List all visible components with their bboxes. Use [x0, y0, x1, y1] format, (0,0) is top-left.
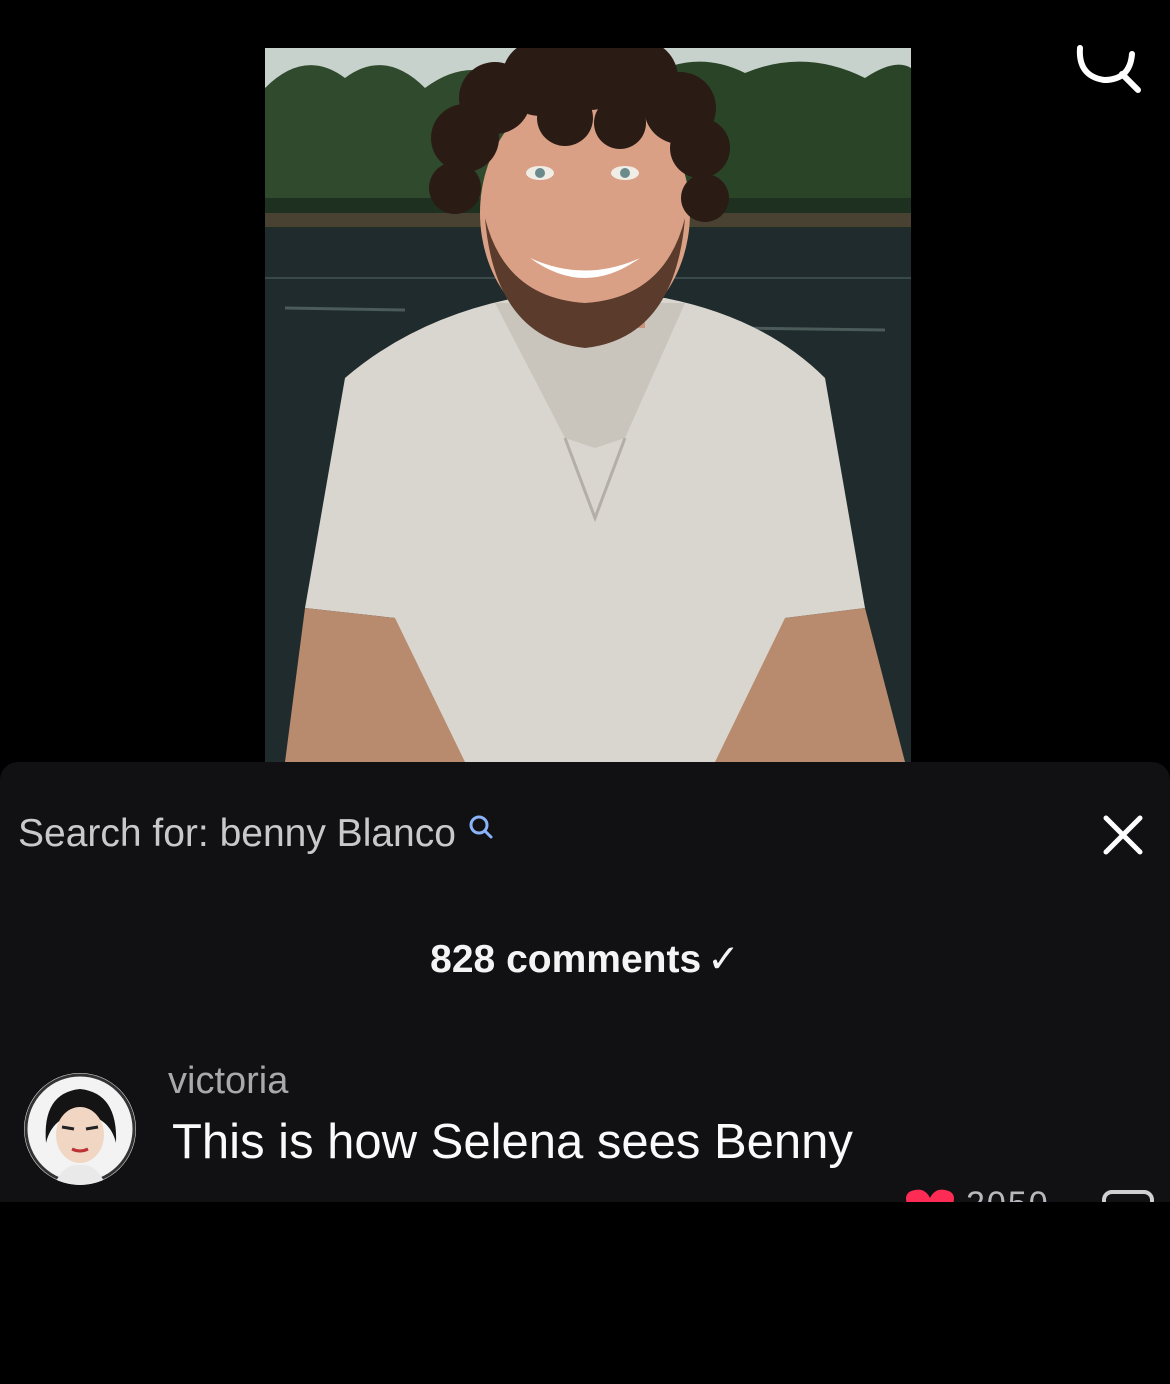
- search-suggestion-label: Search for: benny Blanco: [18, 812, 456, 855]
- video-frame: [265, 48, 911, 762]
- comment-text: This is how Selena sees Benny: [172, 1115, 853, 1169]
- avatar[interactable]: [24, 1073, 136, 1185]
- reply-icon[interactable]: [1100, 1186, 1156, 1202]
- avatar-image: [24, 1073, 136, 1185]
- search-icon: [469, 815, 493, 839]
- search-suggestion[interactable]: Search for: benny Blanco: [18, 812, 496, 856]
- close-icon[interactable]: [1098, 810, 1148, 860]
- comments-count-header: 828 comments ✓: [0, 937, 1170, 982]
- bottom-area: [0, 1202, 1170, 1384]
- photo-illustration: [265, 48, 911, 762]
- video-area[interactable]: [0, 0, 1170, 762]
- like-count: 2050: [966, 1184, 1050, 1202]
- check-icon: ✓: [707, 938, 740, 981]
- comment-username[interactable]: victoria: [168, 1060, 288, 1103]
- comments-count-label: 828 comments: [430, 938, 702, 981]
- search-icon[interactable]: [1074, 44, 1144, 96]
